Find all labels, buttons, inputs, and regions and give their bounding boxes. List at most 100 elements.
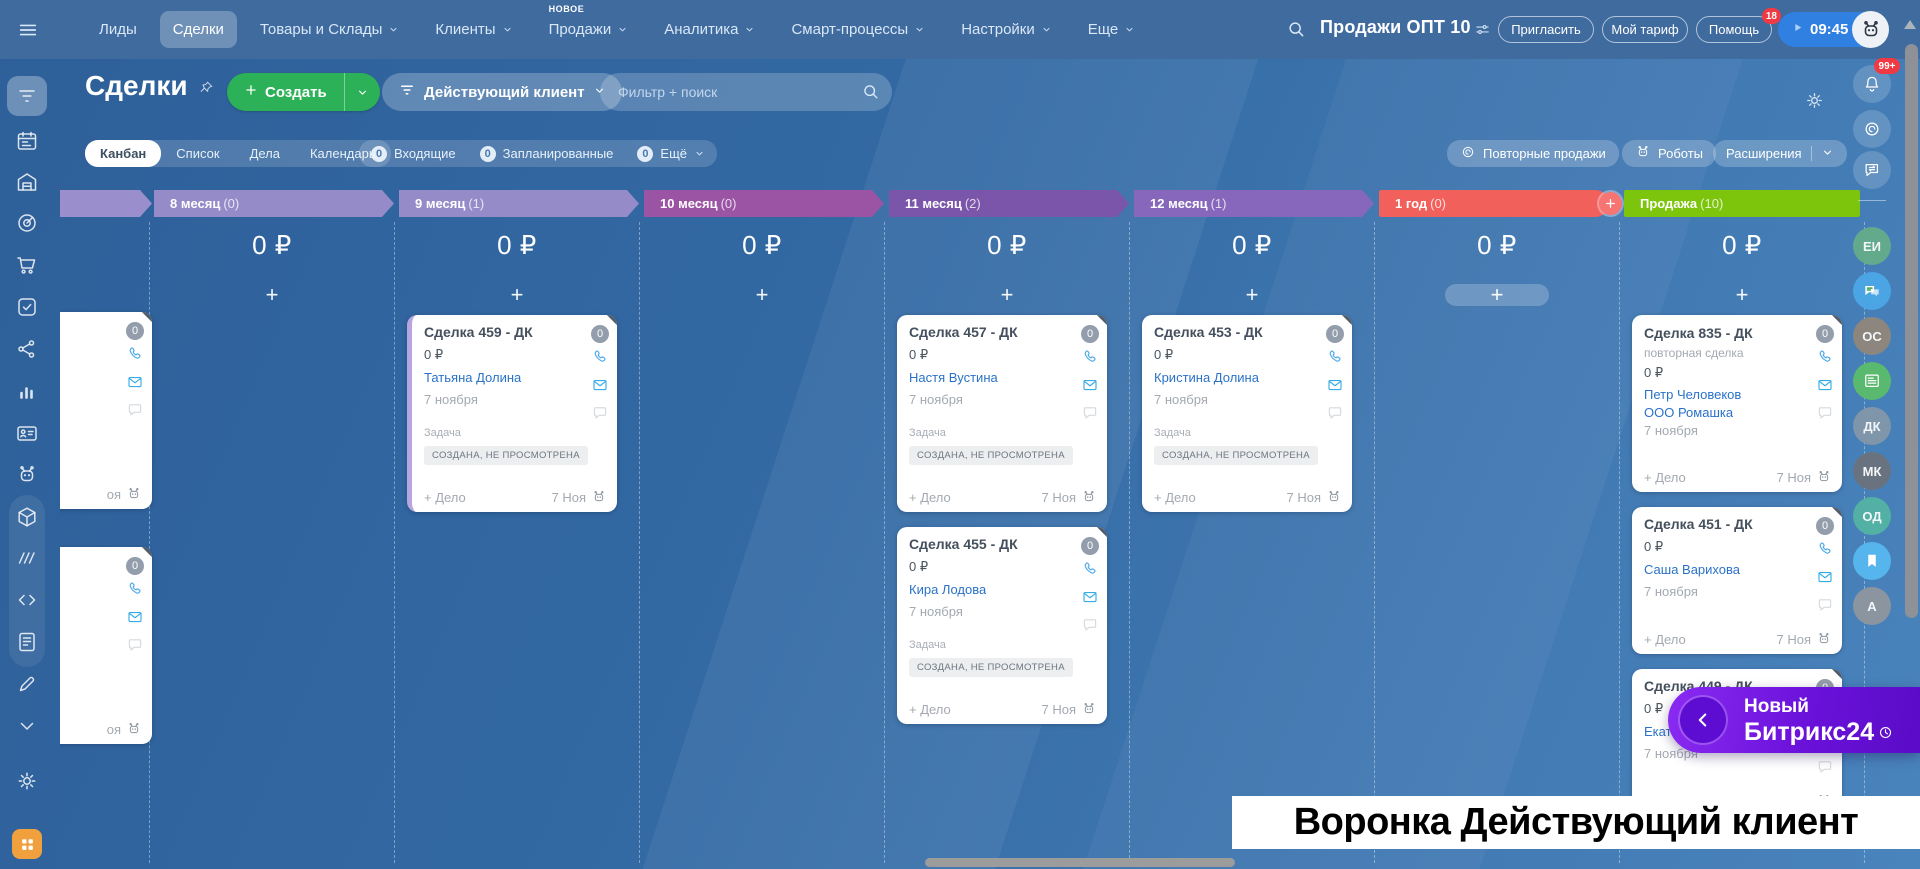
deal-card[interactable]: 0 оя — [60, 547, 152, 744]
chat-icon[interactable] — [126, 401, 144, 424]
rail-avatar-ЕИ[interactable]: ЕИ — [1853, 227, 1891, 265]
nav-item-Сделки[interactable]: Сделки — [159, 11, 237, 48]
rail-avatar-А[interactable]: А — [1853, 587, 1891, 625]
card-contact-link[interactable]: Настя Вустина — [909, 370, 998, 385]
column-header-partial[interactable] — [60, 190, 152, 217]
column-add-card-button[interactable]: + — [987, 284, 1027, 306]
help-button[interactable]: Помощь 18 — [1696, 8, 1781, 43]
sidebar-item-contact-card[interactable] — [14, 420, 40, 446]
chat-icon[interactable] — [1816, 596, 1834, 619]
card-counter-badge[interactable]: 0 — [1816, 517, 1834, 535]
column-add-card-button[interactable]: + — [497, 284, 537, 306]
new-bitrix-banner[interactable]: Новый Битрикс24 — [1668, 687, 1920, 753]
card-add-activity[interactable]: + Дело — [909, 702, 951, 717]
rail-chat-sync-button[interactable] — [1853, 151, 1891, 189]
portal-settings-icon[interactable] — [1474, 21, 1491, 43]
phone-icon[interactable] — [126, 580, 144, 603]
deal-card[interactable]: 0 оя — [60, 312, 152, 509]
search-icon[interactable] — [861, 82, 880, 106]
card-add-activity[interactable]: + Дело — [424, 490, 466, 505]
board-settings-gear-icon[interactable] — [1804, 90, 1825, 116]
card-counter-badge[interactable]: 0 — [1816, 325, 1834, 343]
filter-search-input[interactable] — [618, 73, 853, 111]
card-counter-badge[interactable]: 0 — [1081, 537, 1099, 555]
mail-icon[interactable] — [1816, 568, 1834, 591]
tab-Канбан[interactable]: Канбан — [85, 140, 162, 167]
column-add-card-button[interactable]: + — [1722, 284, 1762, 306]
phone-icon[interactable] — [126, 345, 144, 368]
pin-icon[interactable] — [198, 79, 215, 101]
rail-avatar-МК[interactable]: МК — [1853, 452, 1891, 490]
counter-tab-Ещё[interactable]: 0 Ещё — [625, 145, 717, 162]
phone-icon[interactable] — [1081, 560, 1099, 583]
card-add-activity[interactable]: + Дело — [1644, 632, 1686, 647]
global-search-icon[interactable] — [1286, 19, 1306, 44]
sidebar-item-developer-code[interactable] — [14, 587, 40, 613]
nav-item-Продажи[interactable]: НОВОЕ Продажи — [536, 4, 642, 48]
rail-copilot-button[interactable] — [1853, 110, 1891, 148]
create-button[interactable]: Создать — [227, 73, 380, 111]
card-contact-link[interactable]: Петр Человеков — [1644, 387, 1741, 402]
card-company-link[interactable]: ООО Ромашка — [1644, 405, 1733, 420]
scrollbar-up-arrow[interactable] — [1904, 20, 1916, 29]
invite-button[interactable]: Пригласить — [1498, 16, 1594, 43]
repeat-sales-button[interactable]: Повторные продажи — [1447, 140, 1619, 167]
card-counter-badge[interactable]: 0 — [591, 325, 609, 343]
column-header-9 месяц[interactable]: 9 месяц (1) — [399, 190, 639, 217]
rail-bookmark-button[interactable] — [1853, 542, 1891, 580]
sidebar-item-marketing-target[interactable] — [14, 210, 40, 236]
sidebar-item-warehouse[interactable] — [14, 169, 40, 195]
deal-card-Сделка459-ДК[interactable]: 0 Сделка 459 - ДК 0 ₽ Татьяна Долина 7 ноябр… — [407, 315, 617, 512]
column-header-1 год[interactable]: 1 год (0) — [1379, 190, 1609, 217]
nav-item-Лиды[interactable]: Лиды — [86, 11, 150, 48]
tab-Список[interactable]: Список — [161, 140, 234, 167]
phone-icon[interactable] — [1816, 540, 1834, 563]
nav-item-Товары и Склады[interactable]: Товары и Склады — [247, 11, 413, 48]
phone-icon[interactable] — [1326, 348, 1344, 371]
card-add-activity[interactable]: + Дело — [1154, 490, 1196, 505]
phone-icon[interactable] — [1081, 348, 1099, 371]
portal-title[interactable]: Продажи ОПТ 10 — [1320, 17, 1471, 38]
create-dropdown-button[interactable] — [343, 73, 380, 111]
banner-back-button[interactable] — [1680, 697, 1726, 743]
sidebar-item-planner[interactable] — [14, 128, 40, 154]
phone-icon[interactable] — [591, 348, 609, 371]
card-add-activity[interactable]: + Дело — [909, 490, 951, 505]
horizontal-scrollbar[interactable] — [925, 858, 1235, 867]
mail-icon[interactable] — [1816, 376, 1834, 399]
sidebar-item-network-share[interactable] — [14, 336, 40, 362]
sidebar-item-shop-cart[interactable] — [14, 252, 40, 278]
phone-icon[interactable] — [1816, 348, 1834, 371]
counter-tab-Запланированные[interactable]: 0 Запланированные — [468, 145, 626, 162]
sidebar-item-ai-robot[interactable] — [14, 462, 40, 488]
sidebar-item-market[interactable] — [12, 829, 42, 859]
rail-avatar-ДК[interactable]: ДК — [1853, 407, 1891, 445]
deal-card-Сделка451-ДК[interactable]: 0 Сделка 451 - ДК 0 ₽ Саша Варихова 7 ноября… — [1632, 507, 1842, 654]
nav-item-Смарт-процессы[interactable]: Смарт-процессы — [778, 11, 938, 48]
nav-item-Настройки[interactable]: Настройки — [948, 11, 1065, 48]
sidebar-item-gear[interactable] — [14, 768, 40, 794]
sidebar-item-sign-pen[interactable] — [14, 671, 40, 697]
sidebar-item-chevron-down[interactable] — [14, 713, 40, 739]
card-contact-link[interactable]: Кристина Долина — [1154, 370, 1259, 385]
rail-avatar-ОС[interactable]: ОС — [1853, 317, 1891, 355]
nav-item-Аналитика[interactable]: Аналитика — [651, 11, 768, 48]
column-add-card-button[interactable]: + — [742, 284, 782, 306]
tab-Дела[interactable]: Дела — [235, 140, 295, 167]
chat-icon[interactable] — [1081, 616, 1099, 639]
add-stage-button[interactable] — [1599, 192, 1622, 215]
chat-icon[interactable] — [1326, 404, 1344, 427]
rail-bell-button[interactable]: 99+ — [1853, 58, 1900, 103]
deal-card-Сделка455-ДК[interactable]: 0 Сделка 455 - ДК 0 ₽ Кира Лодова 7 ноября За… — [897, 527, 1107, 724]
chat-icon[interactable] — [1816, 758, 1834, 781]
sidebar-item-tasks-check[interactable] — [14, 294, 40, 320]
chat-icon[interactable] — [591, 404, 609, 427]
tariff-button[interactable]: Мой тариф — [1602, 16, 1688, 43]
deal-card-Сделка835-ДК[interactable]: 0 Сделка 835 - ДК повторная сделка 0 ₽ Петр … — [1632, 315, 1842, 492]
chat-icon[interactable] — [1081, 404, 1099, 427]
sidebar-item-docs[interactable] — [14, 629, 40, 655]
card-counter-badge[interactable]: 0 — [126, 557, 144, 575]
chat-icon[interactable] — [126, 636, 144, 659]
mail-icon[interactable] — [591, 376, 609, 399]
column-add-card-button[interactable]: + — [252, 284, 292, 306]
